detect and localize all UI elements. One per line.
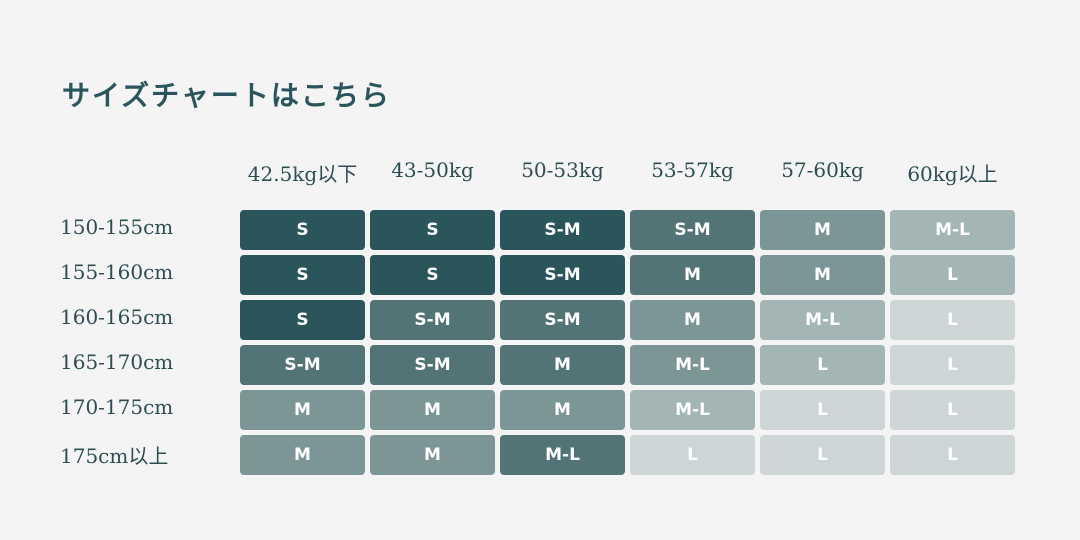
size-cell: L (890, 435, 1015, 475)
page-title: サイズチャートはこちら (62, 79, 391, 112)
size-cell: M (500, 390, 625, 430)
size-cell: M-L (500, 435, 625, 475)
row-header: 150-155cm (60, 215, 174, 239)
size-cell: L (760, 435, 885, 475)
size-cell: L (630, 435, 755, 475)
size-cell: L (760, 390, 885, 430)
column-header: 60kg以上 (907, 162, 998, 186)
row-header: 155-160cm (60, 260, 174, 284)
size-cell: M (630, 300, 755, 340)
size-cell: M (240, 435, 365, 475)
row-header: 170-175cm (60, 395, 174, 419)
size-cell: M (370, 435, 495, 475)
size-cell: S-M (630, 210, 755, 250)
row-header: 160-165cm (60, 305, 174, 329)
size-cell: S (370, 255, 495, 295)
size-cell: S-M (370, 345, 495, 385)
size-cell: M-L (760, 300, 885, 340)
size-cell: L (890, 345, 1015, 385)
column-header: 43-50kg (391, 158, 474, 182)
size-cell: M (760, 255, 885, 295)
size-cell: L (760, 345, 885, 385)
size-cell: M-L (890, 210, 1015, 250)
size-cell: S (370, 210, 495, 250)
size-cell: M (760, 210, 885, 250)
row-header: 165-170cm (60, 350, 174, 374)
size-cell: S-M (500, 300, 625, 340)
size-cell: S-M (240, 345, 365, 385)
size-cell: L (890, 390, 1015, 430)
size-cell: S (240, 255, 365, 295)
size-cell: M (240, 390, 365, 430)
size-cell: S (240, 210, 365, 250)
size-chart-card: サイズチャートはこちら 42.5kg以下 43-50kg 50-53kg 53-57k… (0, 0, 1080, 540)
size-cell: M (630, 255, 755, 295)
size-cell: M (500, 345, 625, 385)
size-cell: S (240, 300, 365, 340)
column-header: 50-53kg (521, 158, 604, 182)
size-cell: S-M (370, 300, 495, 340)
column-header: 57-60kg (781, 158, 864, 182)
column-header: 42.5kg以下 (247, 162, 358, 186)
column-header: 53-57kg (651, 158, 734, 182)
size-cell: L (890, 300, 1015, 340)
size-cell: M-L (630, 390, 755, 430)
size-cell: L (890, 255, 1015, 295)
size-cell: M-L (630, 345, 755, 385)
size-cell: M (370, 390, 495, 430)
row-header: 175cm以上 (60, 444, 169, 468)
size-cell: S-M (500, 255, 625, 295)
size-cell: S-M (500, 210, 625, 250)
